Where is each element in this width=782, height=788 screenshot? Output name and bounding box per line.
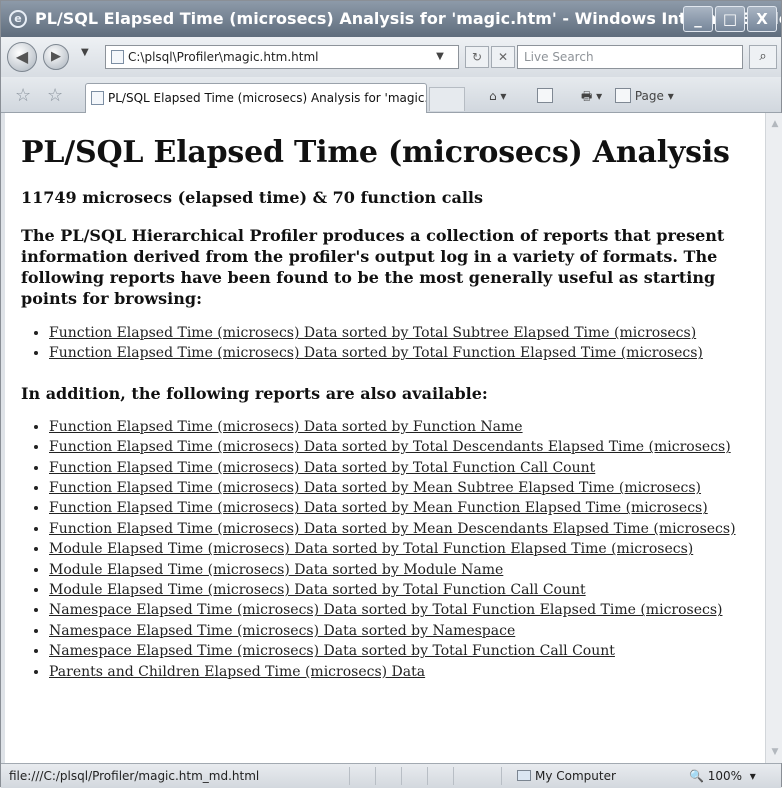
report-link[interactable]: Function Elapsed Time (microsecs) Data s… [49, 521, 736, 537]
refresh-button[interactable]: ↻ [465, 46, 489, 68]
search-button[interactable]: ⌕ [749, 45, 777, 69]
report-link[interactable]: Parents and Children Elapsed Time (micro… [49, 664, 425, 680]
page-content: PL/SQL Elapsed Time (microsecs) Analysis… [5, 113, 765, 763]
list-item: Function Elapsed Time (microsecs) Data s… [49, 458, 755, 478]
report-link[interactable]: Function Elapsed Time (microsecs) Data s… [49, 419, 523, 435]
report-link[interactable]: Module Elapsed Time (microsecs) Data sor… [49, 562, 503, 578]
zoom-label: 100% [707, 769, 743, 783]
status-divider [401, 767, 427, 785]
page-menu[interactable]: Page ▾ [615, 86, 674, 106]
list-item: Module Elapsed Time (microsecs) Data sor… [49, 580, 755, 600]
navigation-bar: ◀ ▶ ▼ C:\plsql\Profiler\magic.htm.html ▼… [1, 37, 781, 77]
list-item: Namespace Elapsed Time (microsecs) Data … [49, 621, 755, 641]
window-controls: _ □ X [683, 6, 777, 32]
favorites-star-icon[interactable]: ☆ [15, 85, 31, 106]
vertical-scrollbar[interactable]: ▲ ▼ [765, 113, 782, 763]
status-divider [427, 767, 453, 785]
page-icon [111, 50, 124, 64]
report-link[interactable]: Namespace Elapsed Time (microsecs) Data … [49, 623, 515, 639]
stop-button[interactable]: ✕ [491, 46, 515, 68]
print-icon[interactable]: 🖶 ▾ [581, 86, 602, 106]
tab-page-icon [91, 91, 104, 105]
feeds-icon[interactable] [537, 86, 553, 106]
computer-icon [517, 770, 531, 781]
zoom-control[interactable]: 🔍 100% ▾ [689, 764, 756, 788]
list-item: Function Elapsed Time (microsecs) Data s… [49, 519, 755, 539]
list-item: Namespace Elapsed Time (microsecs) Data … [49, 641, 755, 661]
status-url: file:///C:/plsql/Profiler/magic.htm_md.h… [9, 769, 260, 783]
ie-window: e PL/SQL Elapsed Time (microsecs) Analys… [0, 0, 782, 788]
list-item: Function Elapsed Time (microsecs) Data s… [49, 478, 755, 498]
page-menu-icon [615, 88, 631, 103]
report-link[interactable]: Namespace Elapsed Time (microsecs) Data … [49, 643, 615, 659]
add-favorites-icon[interactable]: ☆ [47, 85, 63, 106]
scroll-up-icon[interactable]: ▲ [768, 117, 782, 131]
minimize-button[interactable]: _ [683, 6, 713, 32]
report-link[interactable]: Function Elapsed Time (microsecs) Data s… [49, 325, 696, 341]
window-title: PL/SQL Elapsed Time (microsecs) Analysis… [35, 9, 781, 28]
list-item: Function Elapsed Time (microsecs) Data s… [49, 437, 755, 457]
new-tab-button[interactable] [429, 87, 465, 111]
report-link[interactable]: Function Elapsed Time (microsecs) Data s… [49, 500, 708, 516]
tab-label: PL/SQL Elapsed Time (microsecs) Analysis… [108, 91, 427, 105]
status-divider [349, 767, 375, 785]
status-divider [453, 767, 479, 785]
tab-row: ☆ ☆ PL/SQL Elapsed Time (microsecs) Anal… [1, 77, 781, 113]
report-link[interactable]: Module Elapsed Time (microsecs) Data sor… [49, 582, 586, 598]
list-item: Function Elapsed Time (microsecs) Data s… [49, 343, 755, 363]
list-item: Parents and Children Elapsed Time (micro… [49, 662, 755, 682]
status-bar: file:///C:/plsql/Profiler/magic.htm_md.h… [1, 763, 781, 788]
tab-active[interactable]: PL/SQL Elapsed Time (microsecs) Analysis… [85, 83, 427, 113]
status-divider [375, 767, 401, 785]
title-bar: e PL/SQL Elapsed Time (microsecs) Analys… [1, 1, 781, 37]
back-button[interactable]: ◀ [7, 42, 37, 72]
list-item: Function Elapsed Time (microsecs) Data s… [49, 323, 755, 343]
home-icon[interactable]: ⌂ ▾ [489, 86, 506, 106]
report-link[interactable]: Function Elapsed Time (microsecs) Data s… [49, 460, 595, 476]
additional-report-list: Function Elapsed Time (microsecs) Data s… [21, 417, 755, 682]
address-field[interactable]: C:\plsql\Profiler\magic.htm.html [105, 45, 459, 69]
primary-report-list: Function Elapsed Time (microsecs) Data s… [21, 323, 755, 364]
summary-line: 11749 microsecs (elapsed time) & 70 func… [21, 188, 483, 207]
report-link[interactable]: Namespace Elapsed Time (microsecs) Data … [49, 602, 722, 618]
list-item: Function Elapsed Time (microsecs) Data s… [49, 498, 755, 518]
list-item: Module Elapsed Time (microsecs) Data sor… [49, 560, 755, 580]
list-item: Function Elapsed Time (microsecs) Data s… [49, 417, 755, 437]
page-menu-label: Page [634, 89, 664, 103]
address-text: C:\plsql\Profiler\magic.htm.html [128, 50, 319, 64]
recent-pages-dropdown-icon[interactable]: ▼ [81, 47, 89, 58]
intro-paragraph: The PL/SQL Hierarchical Profiler produce… [21, 226, 725, 308]
report-link[interactable]: Function Elapsed Time (microsecs) Data s… [49, 439, 731, 455]
report-link[interactable]: Module Elapsed Time (microsecs) Data sor… [49, 541, 693, 557]
close-button[interactable]: X [747, 6, 777, 32]
forward-button[interactable]: ▶ [43, 44, 69, 70]
security-zone: My Computer [517, 764, 616, 788]
list-item: Namespace Elapsed Time (microsecs) Data … [49, 600, 755, 620]
address-dropdown-icon[interactable]: ▼ [429, 47, 451, 67]
additional-heading: In addition, the following reports are a… [21, 383, 488, 403]
scroll-down-icon[interactable]: ▼ [768, 745, 782, 759]
zone-label: My Computer [535, 769, 616, 783]
search-input[interactable]: Live Search [517, 45, 743, 69]
page-title: PL/SQL Elapsed Time (microsecs) Analysis [21, 135, 730, 170]
ie-logo-icon: e [9, 10, 27, 28]
maximize-button[interactable]: □ [715, 6, 745, 32]
list-item: Module Elapsed Time (microsecs) Data sor… [49, 539, 755, 559]
report-link[interactable]: Function Elapsed Time (microsecs) Data s… [49, 345, 703, 361]
report-link[interactable]: Function Elapsed Time (microsecs) Data s… [49, 480, 701, 496]
